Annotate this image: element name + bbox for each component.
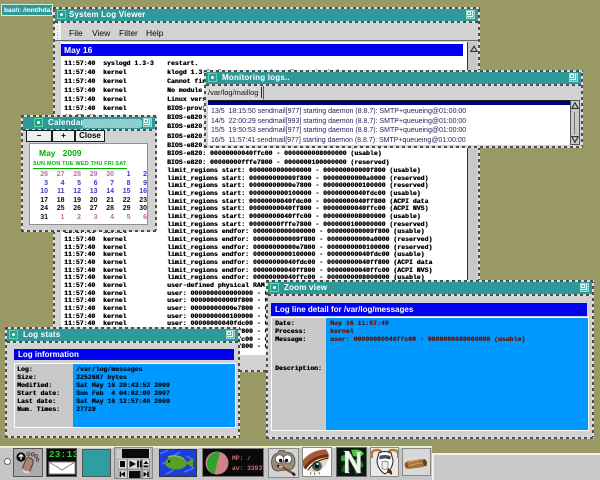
- svg-text:av: 33937l: av: 33937l: [232, 465, 263, 472]
- svg-text:MP: /: MP: /: [232, 455, 251, 462]
